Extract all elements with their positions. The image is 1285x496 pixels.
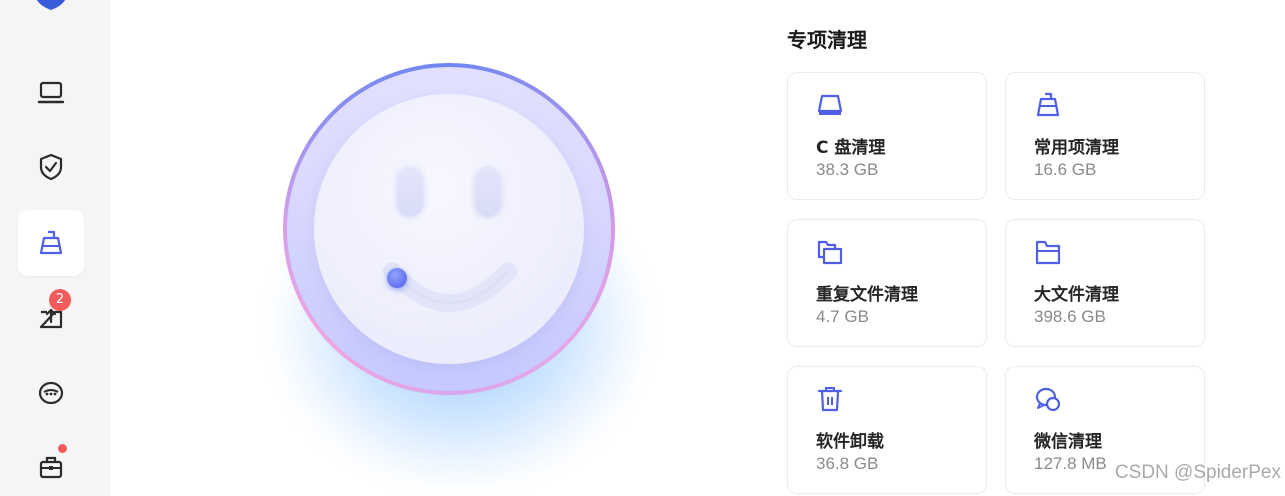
nav-item-chat[interactable]: [18, 360, 84, 426]
folder-icon: [1035, 240, 1061, 265]
card-size: 36.8 GB: [816, 454, 879, 473]
card-software-uninstall[interactable]: 软件卸载 36.8 GB: [787, 366, 987, 494]
notification-dot: [58, 444, 67, 453]
nav-item-computer[interactable]: [18, 60, 84, 126]
card-c-drive-clean[interactable]: C 盘清理 38.3 GB: [787, 72, 987, 200]
card-title: 重复文件清理: [816, 285, 918, 305]
laptop-icon: [37, 81, 65, 104]
card-duplicate-files-clean[interactable]: 重复文件清理 4.7 GB: [787, 219, 987, 347]
toolbox-icon: [39, 456, 63, 479]
duplicate-folder-icon: [817, 240, 843, 265]
card-title: C 盘清理: [816, 138, 886, 158]
card-title: 软件卸载: [816, 432, 884, 452]
watermark: CSDN @SpiderPex: [1114, 462, 1281, 483]
disk-icon: [817, 94, 843, 115]
card-common-items-clean[interactable]: 常用项清理 16.6 GB: [1005, 72, 1205, 200]
chat-bubble-icon: [38, 381, 64, 405]
smiley-face: [314, 94, 584, 364]
smiley-right-eye: [473, 163, 503, 217]
smiley-left-eye: [395, 163, 425, 217]
shield-check-icon: [39, 153, 63, 181]
card-title: 常用项清理: [1034, 138, 1119, 158]
status-illustration: [230, 40, 670, 496]
card-size: 16.6 GB: [1034, 160, 1097, 179]
app-logo-icon: [36, 0, 66, 10]
broom-icon: [1036, 92, 1060, 117]
broom-icon: [39, 230, 63, 255]
card-title: 微信清理: [1034, 432, 1102, 452]
smiley-indicator-dot: [387, 268, 407, 288]
card-size: 398.6 GB: [1034, 307, 1106, 326]
notification-badge: 2: [49, 289, 71, 311]
sidebar: 2: [0, 0, 110, 496]
trash-icon: [817, 387, 843, 412]
nav-item-upload[interactable]: 2: [18, 284, 84, 350]
wechat-icon: [1035, 387, 1061, 412]
nav-item-cleanup[interactable]: [18, 210, 84, 276]
nav-item-toolbox[interactable]: [18, 434, 84, 496]
nav-item-security[interactable]: [18, 134, 84, 200]
card-size: 4.7 GB: [816, 307, 869, 326]
section-title: 专项清理: [787, 28, 867, 52]
card-title: 大文件清理: [1034, 285, 1119, 305]
card-size: 38.3 GB: [816, 160, 879, 179]
card-size: 127.8 MB: [1034, 454, 1107, 473]
card-large-files-clean[interactable]: 大文件清理 398.6 GB: [1005, 219, 1205, 347]
